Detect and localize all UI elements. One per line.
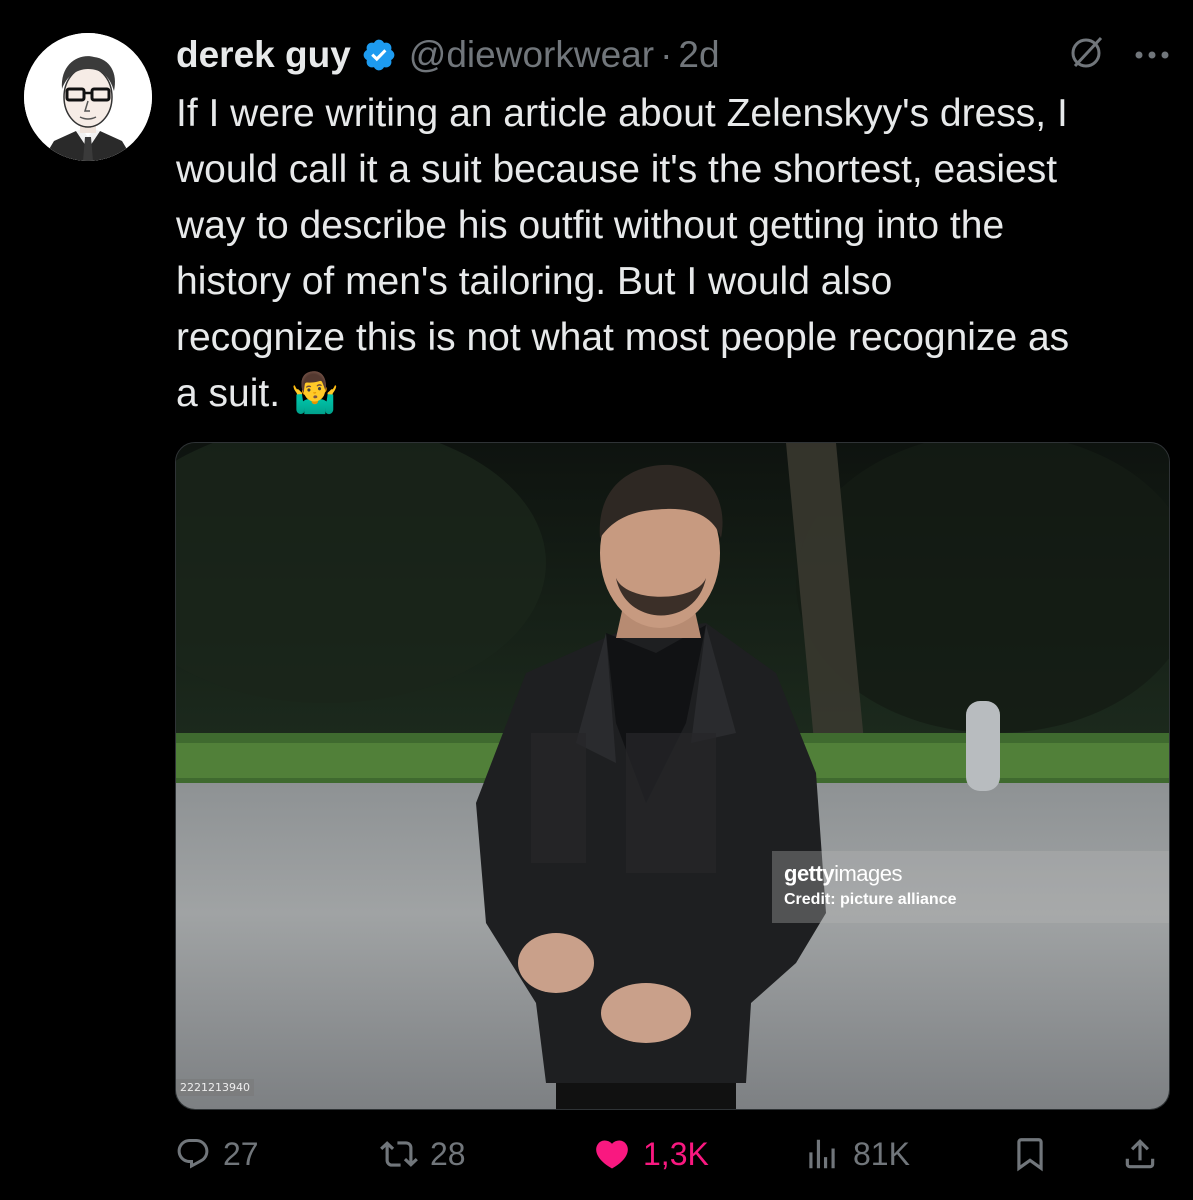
tweet-text: If I were writing an article about Zelen… — [176, 86, 1176, 422]
avatar[interactable] — [24, 33, 152, 161]
getty-logo-bold: getty — [784, 861, 835, 886]
getty-logo-light: images — [834, 861, 902, 886]
tweet-text-line: If I were writing an article about Zelen… — [176, 92, 1068, 135]
tweet-text-line: history of men's tailoring. But I would … — [176, 260, 893, 303]
reply-count: 27 — [223, 1135, 259, 1172]
verified-badge-icon[interactable] — [361, 37, 397, 73]
tweet-media-photo[interactable]: gettyimages Credit: picture alliance 222… — [175, 442, 1170, 1110]
slashed-circle-icon[interactable] — [1067, 34, 1105, 77]
getty-credit: Credit: picture alliance — [784, 891, 957, 908]
share-button[interactable] — [1121, 1128, 1159, 1180]
reply-button[interactable]: 27 — [175, 1128, 259, 1180]
bookmark-button[interactable] — [1011, 1128, 1049, 1180]
repost-icon — [380, 1141, 418, 1167]
tweet-text-line: recognize this is not what most people r… — [176, 316, 1070, 359]
separator-dot: · — [660, 34, 673, 75]
repost-button[interactable]: 28 — [380, 1128, 466, 1180]
like-count: 1,3K — [643, 1135, 709, 1172]
heart-filled-icon — [596, 1140, 628, 1169]
getty-logo: gettyimages — [784, 861, 1157, 887]
views-button[interactable]: 81K — [803, 1128, 910, 1180]
more-dots-icon[interactable] — [1133, 47, 1171, 65]
like-button[interactable]: 1,3K — [593, 1128, 709, 1180]
views-count: 81K — [853, 1135, 910, 1172]
illustrated-portrait-avatar — [24, 33, 152, 161]
tweet-timestamp[interactable]: 2d — [678, 34, 719, 76]
repost-count: 28 — [430, 1135, 466, 1172]
image-id-label: 2221213940 — [176, 1079, 254, 1096]
views-chart-icon — [809, 1139, 835, 1169]
tweet-header: derek guy @dieworkwear · 2d — [176, 30, 720, 80]
tweet-action-bar: 27 28 1,3K 81K — [175, 1128, 1165, 1180]
getty-watermark: gettyimages Credit: picture alliance — [772, 851, 1169, 923]
author-display-name[interactable]: derek guy — [176, 34, 351, 76]
photo-man-in-dark-jacket — [176, 443, 1169, 1109]
header-actions — [1067, 34, 1171, 77]
tweet-text-line: way to describe his outfit without getti… — [176, 204, 1005, 247]
bookmark-icon — [1017, 1138, 1043, 1172]
reply-icon — [177, 1139, 209, 1169]
tweet-text-line: a suit. 🤷‍♂️ — [176, 372, 340, 415]
tweet-text-line: would call it a suit because it's the sh… — [176, 148, 1058, 191]
author-handle[interactable]: @dieworkwear — [409, 34, 654, 76]
share-icon — [1125, 1139, 1155, 1169]
